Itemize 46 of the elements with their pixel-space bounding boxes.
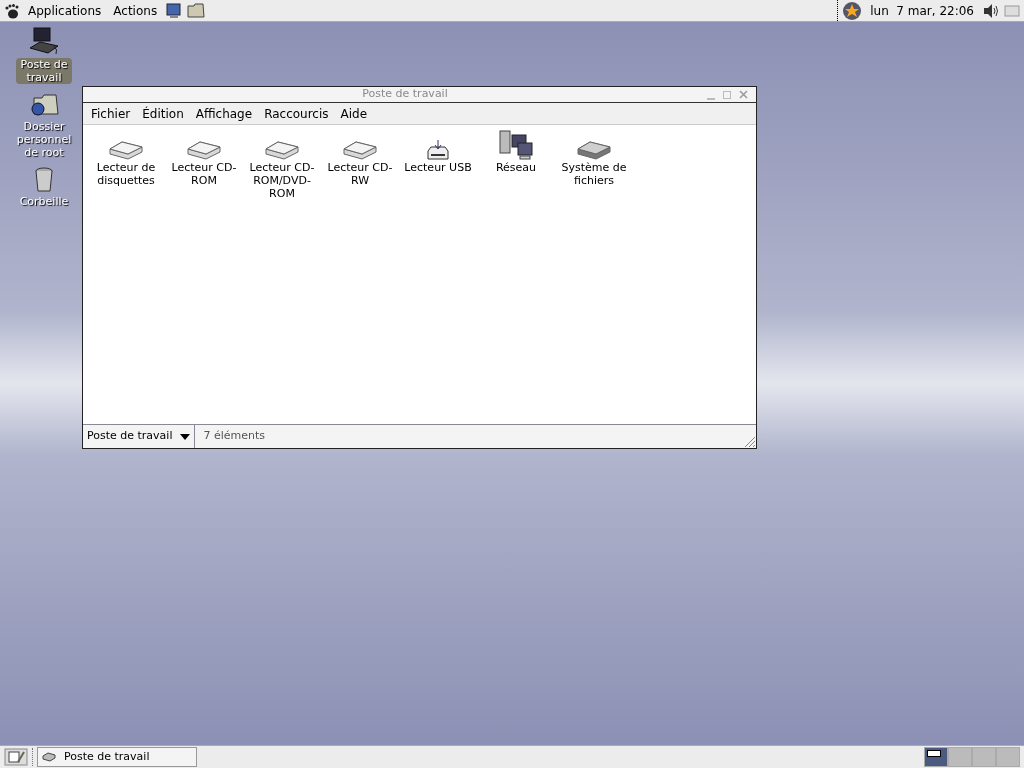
menu-item[interactable]: Aide <box>336 104 372 123</box>
menu-item[interactable]: Affichage <box>191 104 257 123</box>
monitor-icon[interactable] <box>165 1 184 20</box>
desktop-icon-label[interactable]: Poste de travail <box>16 58 72 84</box>
caret-icon <box>180 433 191 440</box>
drive-icon <box>342 139 378 161</box>
file-icon-label[interactable]: Lecteur CD-ROM/DVD-ROM <box>245 161 319 200</box>
file-icon-label[interactable]: Réseau <box>479 161 553 174</box>
workspace-cell[interactable] <box>972 747 996 767</box>
folder-icon <box>28 92 60 118</box>
drive-icon <box>108 139 144 161</box>
menu-item[interactable]: Fichier <box>87 104 135 123</box>
computer-icon <box>28 26 60 56</box>
drive-icon <box>42 752 56 762</box>
menu-item[interactable]: Édition <box>138 104 188 123</box>
drive-icon <box>264 139 300 161</box>
show-desktop-icon[interactable] <box>4 748 28 766</box>
workspace-cell[interactable] <box>996 747 1020 767</box>
file-icon-label[interactable]: Lecteur de disquettes <box>89 161 163 187</box>
workspace-cell[interactable] <box>948 747 972 767</box>
status-text: 7 éléments <box>202 428 267 445</box>
clock[interactable]: lun 7 mar, 22:06 <box>866 1 978 20</box>
file-icon-label[interactable]: Système de fichiers <box>557 161 631 187</box>
network-computers-icon <box>498 129 534 161</box>
close-icon[interactable] <box>739 90 748 99</box>
file-icon-label[interactable]: Lecteur CD-ROM <box>167 161 241 187</box>
file-icon-label[interactable]: Lecteur CD-RW <box>323 161 397 187</box>
taskbar-button[interactable]: Poste de travail <box>37 747 197 767</box>
window-title: Poste de travail <box>361 86 449 103</box>
foot-logo-icon <box>4 2 20 19</box>
file-icon-label[interactable]: Lecteur USB <box>401 161 475 174</box>
minimize-icon[interactable] <box>707 97 715 100</box>
menu-item[interactable]: Raccourcis <box>260 104 333 123</box>
folder-icon[interactable] <box>187 2 206 19</box>
drive-icon <box>186 139 222 161</box>
drive-icon <box>576 139 612 161</box>
panel-menu[interactable]: Actions <box>109 1 162 20</box>
location-dropdown[interactable]: Poste de travail <box>83 425 196 448</box>
panel-menu[interactable]: Applications <box>24 1 106 20</box>
usb-drive-icon <box>425 139 451 161</box>
workspace-cell[interactable] <box>924 747 948 767</box>
speaker-icon[interactable] <box>982 2 1000 19</box>
trash-icon <box>34 167 54 193</box>
resize-grip-icon[interactable] <box>742 434 756 448</box>
window-thumbnail <box>927 750 941 757</box>
maximize-icon[interactable] <box>723 90 731 99</box>
